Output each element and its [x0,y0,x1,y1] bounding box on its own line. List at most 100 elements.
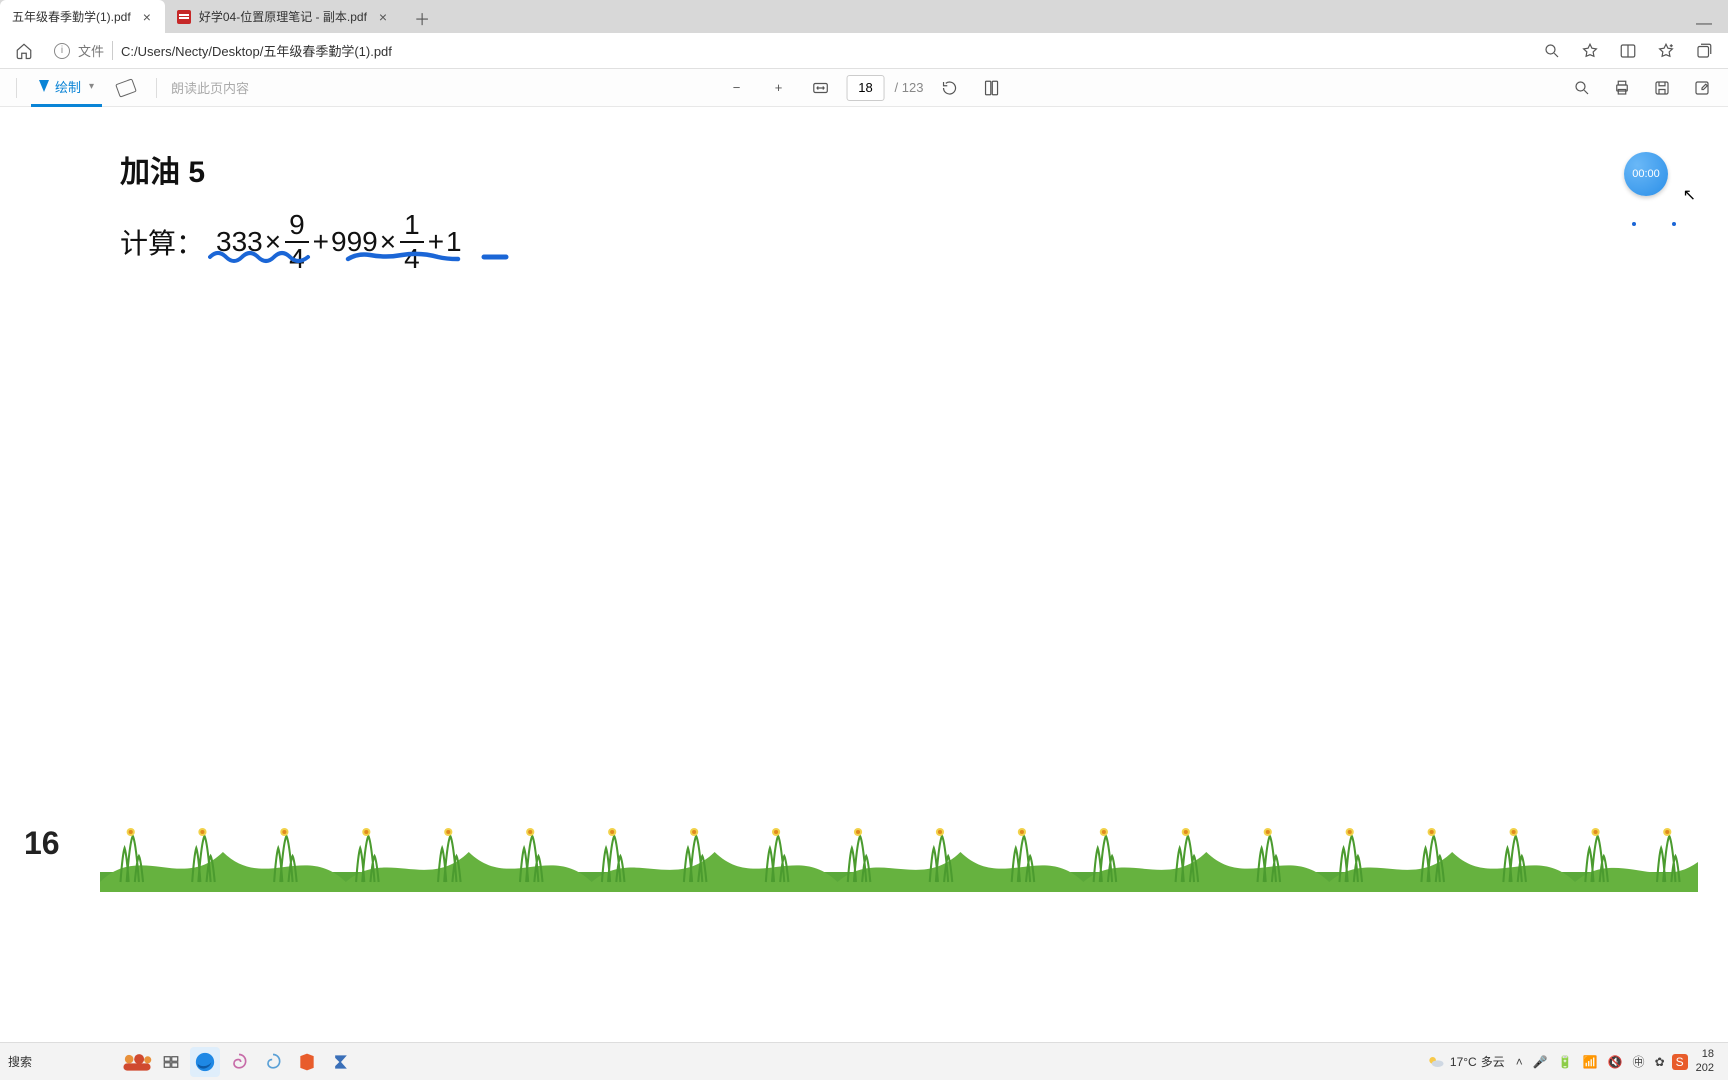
term-c: 1 [446,226,462,258]
draw-tool-button[interactable]: 绘制 ▾ [31,69,102,107]
favorite-button[interactable] [1574,36,1606,66]
save-button[interactable] [1646,73,1678,103]
save-as-button[interactable] [1686,73,1718,103]
home-icon [15,42,33,60]
home-button[interactable] [8,36,40,66]
document-body: 加油 5 计算： 333 × 9 4 + 999 × 1 4 + 1 [120,147,1668,273]
edge-icon [194,1051,216,1073]
term-a: 333 [216,226,263,258]
chevron-down-icon[interactable]: ▾ [89,81,94,92]
eraser-button[interactable] [110,73,142,103]
separator [16,78,17,98]
print-button[interactable] [1606,73,1638,103]
office-app[interactable] [292,1047,322,1077]
swirl-icon [229,1052,249,1072]
taskbar-search[interactable]: 搜索 [8,1053,118,1070]
times-sign-2: × [380,226,396,258]
zoom-in-button[interactable]: + [763,73,795,103]
edge-app[interactable] [190,1047,220,1077]
people-app-icon[interactable] [122,1047,152,1077]
tab-1-close-icon[interactable]: × [139,9,155,25]
site-info-icon[interactable]: i [54,43,70,59]
split-screen-icon [1619,42,1637,60]
pen-icon [39,80,49,92]
page-view-button[interactable] [975,73,1007,103]
app-2[interactable] [258,1047,288,1077]
tab-2-title: 好学04-位置原理笔记 - 副本.pdf [199,8,367,25]
frac2-num: 1 [400,211,424,243]
tray-chevron-icon[interactable]: ˄ [1513,1055,1526,1069]
decorative-grass-border [100,822,1698,892]
pdf-file-icon [177,10,191,24]
search-button[interactable] [1566,73,1598,103]
sigma-app[interactable] [326,1047,356,1077]
tray-input-icon[interactable]: ㊥ [1630,1053,1648,1070]
clock-date: 202 [1696,1062,1714,1075]
fit-width-icon [812,79,830,97]
zoom-icon-button[interactable] [1536,36,1568,66]
sigma-icon [331,1052,351,1072]
tab-1-title: 五年级春季勤学(1).pdf [12,8,131,25]
fraction-2: 1 4 [400,211,424,273]
save-icon [1653,79,1671,97]
eraser-icon [115,78,137,97]
separator [156,78,157,98]
ink-dots [1632,222,1676,226]
weather-temp: 17°C [1450,1055,1477,1069]
app-1[interactable] [224,1047,254,1077]
tray-mic-icon[interactable]: 🎤 [1530,1055,1551,1069]
frac2-den: 4 [404,243,420,273]
file-protocol-label: 文件 [78,41,113,60]
tray-battery-icon[interactable]: 🔋 [1555,1055,1576,1069]
fraction-1: 9 4 [285,211,309,273]
tab-strip: 五年级春季勤学(1).pdf × 好学04-位置原理笔记 - 副本.pdf × … [0,0,1728,33]
task-view-button[interactable] [156,1047,186,1077]
taskbar: 搜索 17°C 多云 ˄ 🎤 🔋 📶 🔇 ㊥ ✿ S 18 202 [0,1042,1728,1080]
tray-ime-icon[interactable]: S [1672,1054,1688,1070]
term-b: 999 [331,226,378,258]
draw-label: 绘制 [55,77,81,96]
pdf-viewport[interactable]: 加油 5 计算： 333 × 9 4 + 999 × 1 4 + 1 [0,107,1728,1042]
clock-time: 18 [1696,1048,1714,1061]
address-bar: i 文件 C:/Users/Necty/Desktop/五年级春季勤学(1).p… [0,33,1728,69]
tab-2-close-icon[interactable]: × [375,9,391,25]
read-aloud-placeholder[interactable]: 朗读此页内容 [171,78,249,97]
weather-icon [1426,1052,1446,1072]
tray-app-icon[interactable]: ✿ [1652,1055,1668,1069]
print-icon [1613,79,1631,97]
times-sign: × [265,226,281,258]
rotate-button[interactable] [933,73,965,103]
window-minimize-button[interactable]: — [1680,15,1728,33]
new-tab-button[interactable]: ＋ [407,3,437,33]
weather-widget[interactable]: 17°C 多云 [1420,1052,1511,1072]
page-total-label: / 123 [895,80,924,95]
page-number-input[interactable] [847,75,885,101]
plus-sign: + [313,226,329,258]
search-icon [1573,79,1591,97]
tray-volume-icon[interactable]: 🔇 [1605,1055,1626,1069]
timer-widget[interactable]: 00:00 [1624,152,1668,196]
magnifier-icon [1543,42,1561,60]
fit-width-button[interactable] [805,73,837,103]
math-expression: 333 × 9 4 + 999 × 1 4 + 1 [216,211,462,273]
frac1-num: 9 [285,211,309,243]
address-field[interactable]: i 文件 C:/Users/Necty/Desktop/五年级春季勤学(1).p… [46,41,1530,60]
split-screen-button[interactable] [1612,36,1644,66]
pdf-toolbar: 绘制 ▾ 朗读此页内容 − + / 123 [0,69,1728,107]
collections-button[interactable] [1688,36,1720,66]
page-number: 16 [24,825,60,862]
favorites-bar-button[interactable] [1650,36,1682,66]
people-icon [122,1049,152,1075]
taskbar-clock[interactable]: 18 202 [1690,1048,1720,1074]
office-icon [297,1052,317,1072]
tray-wifi-icon[interactable]: 📶 [1580,1055,1601,1069]
task-view-icon [162,1053,180,1071]
tab-2[interactable]: 好学04-位置原理笔记 - 副本.pdf × [165,0,401,33]
zoom-out-button[interactable]: − [721,73,753,103]
weather-desc: 多云 [1481,1053,1505,1070]
cursor-icon: ↖ [1683,185,1696,205]
star-plus-icon [1657,42,1675,60]
expression-row: 计算： 333 × 9 4 + 999 × 1 4 + 1 [120,211,1668,273]
tab-1[interactable]: 五年级春季勤学(1).pdf × [0,0,165,33]
save-edit-icon [1693,79,1711,97]
